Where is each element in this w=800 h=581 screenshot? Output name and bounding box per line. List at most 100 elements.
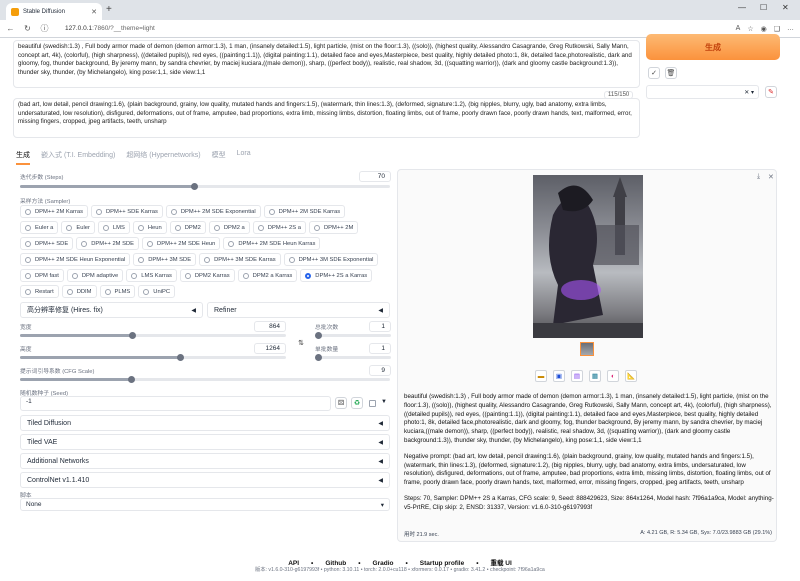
generated-image[interactable] <box>533 175 643 338</box>
tiled-vae-accordion[interactable]: Tiled VAE ◀ <box>20 434 390 450</box>
sampler-option[interactable]: PLMS <box>99 285 136 298</box>
browser-tab[interactable]: Stable Diffusion ✕ <box>6 3 102 20</box>
sampler-option[interactable]: DPM++ 2M SDE <box>76 237 140 250</box>
refiner-accordion[interactable]: Refiner ◀ <box>207 302 390 318</box>
image-thumbnail[interactable] <box>580 342 594 356</box>
new-tab-icon[interactable]: + <box>106 4 112 15</box>
seed-input[interactable]: -1 <box>20 396 331 411</box>
close-window-icon[interactable]: ✕ <box>782 3 789 12</box>
maximize-icon[interactable]: ☐ <box>760 3 767 12</box>
width-slider[interactable] <box>20 332 286 339</box>
sampler-option[interactable]: DPM++ 2S a Karras <box>300 269 373 282</box>
clear-icon[interactable]: ✕ <box>744 89 749 96</box>
refresh-icon[interactable]: ↻ <box>23 24 32 33</box>
extra-seed-checkbox[interactable] <box>369 400 376 407</box>
minimize-icon[interactable]: — <box>738 3 746 12</box>
zip-icon[interactable]: ▤ <box>571 370 583 382</box>
sampler-option[interactable]: DPM++ 3M SDE Karras <box>199 253 281 266</box>
collections-icon[interactable]: ❑ <box>774 25 780 33</box>
sampler-option[interactable]: DPM++ 2M Karras <box>20 205 88 218</box>
radio-button[interactable] <box>313 224 320 231</box>
sampler-option[interactable]: Euler <box>61 221 95 234</box>
radio-button[interactable] <box>25 272 31 279</box>
sampler-option[interactable]: DPM2 <box>169 221 206 234</box>
sampler-option[interactable]: DPM++ 2S a <box>252 221 306 234</box>
sampler-option[interactable]: Euler a <box>20 221 59 234</box>
sampler-option[interactable]: DPM++ 2M SDE Karras <box>263 205 346 218</box>
radio-button[interactable] <box>66 224 73 231</box>
script-select[interactable]: None ▾ <box>20 498 390 511</box>
radio-button[interactable] <box>184 272 191 279</box>
send-to-extras-icon[interactable]: 📐 <box>625 370 637 382</box>
sampler-option[interactable]: LMS <box>97 221 130 234</box>
radio-button[interactable] <box>213 224 220 231</box>
radio-button[interactable] <box>288 256 295 263</box>
sampler-option[interactable]: DPM++ 2M SDE Heun Karras <box>223 237 321 250</box>
random-seed-dice-icon[interactable]: ⚄ <box>335 397 347 409</box>
back-icon[interactable]: ← <box>6 24 15 33</box>
sampler-option[interactable]: DPM fast <box>20 269 64 282</box>
sampler-option[interactable]: DPM2 a <box>208 221 250 234</box>
height-slider-handle[interactable] <box>176 354 184 361</box>
sampler-option[interactable]: DPM++ 2M SDE Exponential <box>165 205 261 218</box>
prompt-textarea[interactable]: beautiful (swedish:1.3) , Full body armo… <box>13 40 640 88</box>
sampler-option[interactable]: LMS Karras <box>126 269 177 282</box>
styles-dropdown[interactable]: ✕ ▾ <box>646 85 759 99</box>
browser-menu-icon[interactable]: … <box>787 25 794 33</box>
close-image-icon[interactable]: ✕ <box>768 173 774 181</box>
steps-slider-handle[interactable] <box>190 183 198 190</box>
tab-embedding[interactable]: 嵌入式 (T.I. Embedding) <box>41 150 115 165</box>
sampler-option[interactable]: DDIM <box>61 285 97 298</box>
sampler-option[interactable]: DPM++ 3M SDE Exponential <box>283 253 379 266</box>
generate-button[interactable]: 生成 <box>646 34 780 60</box>
negative-prompt-textarea[interactable]: (bad art, low detail, pencil drawing:1.6… <box>13 98 640 138</box>
batch-count-input[interactable]: 1 <box>369 321 391 332</box>
radio-button[interactable] <box>25 224 31 231</box>
sampler-option[interactable]: DPM++ 2M SDE Heun Exponential <box>20 253 131 266</box>
radio-button[interactable] <box>66 288 73 295</box>
url-field[interactable]: 127.0.0.1:7860/?__theme=light <box>65 25 155 32</box>
width-slider-handle[interactable] <box>128 332 136 339</box>
radio-button[interactable] <box>268 208 275 215</box>
sampler-option[interactable]: DPM++ 3M SDE <box>133 253 197 266</box>
tab-hypernetworks[interactable]: 超网络 (Hypernetworks) <box>126 150 200 165</box>
sampler-option[interactable]: DPM2 a Karras <box>237 269 298 282</box>
radio-button[interactable] <box>242 272 249 279</box>
sampler-option[interactable]: UniPC <box>138 285 176 298</box>
sampler-option[interactable]: DPM++ 2M SDE Heun <box>142 237 221 250</box>
radio-button[interactable] <box>71 272 78 279</box>
extra-seed-caret-icon[interactable]: ▼ <box>381 399 387 405</box>
tiled-diffusion-accordion[interactable]: Tiled Diffusion ◀ <box>20 415 390 431</box>
tab-generate[interactable]: 生成 <box>16 150 30 165</box>
radio-button[interactable] <box>102 224 109 231</box>
radio-button[interactable] <box>143 288 150 295</box>
sampler-option[interactable]: Heun <box>132 221 167 234</box>
height-input[interactable]: 1264 <box>254 343 286 354</box>
batch-size-input[interactable]: 1 <box>369 343 391 354</box>
radio-button[interactable] <box>170 208 177 215</box>
save-icon[interactable]: ▣ <box>553 370 565 382</box>
radio-button[interactable] <box>25 240 31 247</box>
checkmark-icon[interactable]: ✓ <box>648 67 660 79</box>
hires-fix-accordion[interactable]: 高分辨率修复 (Hires. fix) ◀ <box>20 302 203 318</box>
reuse-seed-recycle-icon[interactable]: ♻ <box>351 397 363 409</box>
sampler-option[interactable]: Restart <box>20 285 59 298</box>
sampler-option[interactable]: DPM2 Karras <box>179 269 235 282</box>
radio-button[interactable] <box>137 224 144 231</box>
cfg-input[interactable]: 9 <box>369 365 391 376</box>
info-icon[interactable]: ⓘ <box>40 23 49 34</box>
cfg-slider[interactable] <box>20 376 390 383</box>
radio-button[interactable] <box>96 208 102 215</box>
sampler-option[interactable]: DPM++ 2M <box>308 221 359 234</box>
batch-count-slider[interactable] <box>315 332 391 339</box>
cfg-slider-handle[interactable] <box>128 376 135 383</box>
radio-button[interactable] <box>204 256 211 263</box>
height-slider[interactable] <box>20 354 286 361</box>
sampler-option[interactable]: DPM++ SDE Karras <box>91 205 163 218</box>
batch-size-slider-handle[interactable] <box>315 354 322 361</box>
radio-button[interactable] <box>25 288 31 295</box>
download-icon[interactable]: ⤓ <box>757 173 760 181</box>
steps-slider[interactable] <box>20 183 390 190</box>
radio-button[interactable] <box>138 256 145 263</box>
swap-dimensions-icon[interactable]: ⇅ <box>295 337 307 349</box>
